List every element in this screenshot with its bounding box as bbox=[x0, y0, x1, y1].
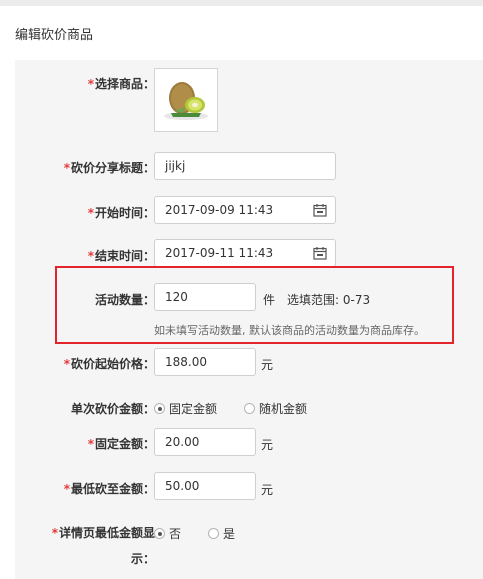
show-min-label-cont: 示： bbox=[130, 552, 155, 566]
start-time-value: 2017-09-09 11:43 bbox=[165, 203, 274, 217]
share-title-input[interactable]: jijkj bbox=[154, 152, 336, 180]
product-thumbnail[interactable] bbox=[154, 68, 218, 132]
radio-selected-icon bbox=[154, 528, 165, 539]
end-time-value: 2017-09-11 11:43 bbox=[165, 246, 274, 260]
share-title-label: *砍价分享标题： bbox=[63, 161, 155, 175]
radio-unselected-icon bbox=[208, 528, 219, 539]
start-price-label: *砍价起始价格： bbox=[63, 357, 155, 371]
show-min-no-radio[interactable]: 否 bbox=[154, 525, 181, 542]
kiwi-fruit-image bbox=[164, 82, 208, 120]
min-amount-unit: 元 bbox=[261, 483, 274, 497]
product-label: *选择商品： bbox=[87, 77, 155, 91]
cut-mode-fixed-label: 固定金额 bbox=[169, 402, 218, 416]
min-amount-label: *最低砍至金额： bbox=[63, 482, 155, 496]
start-time-label: *开始时间： bbox=[87, 206, 155, 220]
end-time-input[interactable]: 2017-09-11 11:43 bbox=[154, 239, 336, 267]
radio-unselected-icon bbox=[244, 403, 255, 414]
fixed-amount-input[interactable]: 20.00 bbox=[154, 428, 256, 456]
highlight-box bbox=[55, 266, 454, 344]
top-bar bbox=[0, 0, 483, 6]
min-amount-input[interactable]: 50.00 bbox=[154, 472, 256, 500]
show-min-yes-label: 是 bbox=[223, 527, 236, 541]
cut-mode-random-radio[interactable]: 随机金额 bbox=[244, 400, 307, 417]
calendar-icon[interactable] bbox=[313, 203, 327, 217]
start-time-input[interactable]: 2017-09-09 11:43 bbox=[154, 196, 336, 224]
cut-mode-random-label: 随机金额 bbox=[259, 402, 308, 416]
show-min-label: *详情页最低金额显 bbox=[51, 526, 155, 540]
fixed-amount-value: 20.00 bbox=[165, 435, 200, 449]
start-price-unit: 元 bbox=[261, 358, 274, 372]
calendar-icon[interactable] bbox=[313, 246, 327, 260]
end-time-label: *结束时间： bbox=[87, 249, 155, 263]
show-min-yes-radio[interactable]: 是 bbox=[208, 525, 235, 542]
show-min-no-label: 否 bbox=[169, 527, 182, 541]
radio-selected-icon bbox=[154, 403, 165, 414]
page-title: 编辑砍价商品 bbox=[15, 28, 94, 43]
start-price-value: 188.00 bbox=[165, 355, 207, 369]
fixed-amount-label: *固定金额： bbox=[87, 437, 155, 451]
start-price-input[interactable]: 188.00 bbox=[154, 348, 256, 376]
cut-mode-fixed-radio[interactable]: 固定金额 bbox=[154, 400, 217, 417]
fixed-amount-unit: 元 bbox=[261, 438, 274, 452]
share-title-value: jijkj bbox=[165, 159, 186, 173]
min-amount-value: 50.00 bbox=[165, 479, 200, 493]
cut-mode-label: 单次砍价金额： bbox=[70, 402, 155, 416]
